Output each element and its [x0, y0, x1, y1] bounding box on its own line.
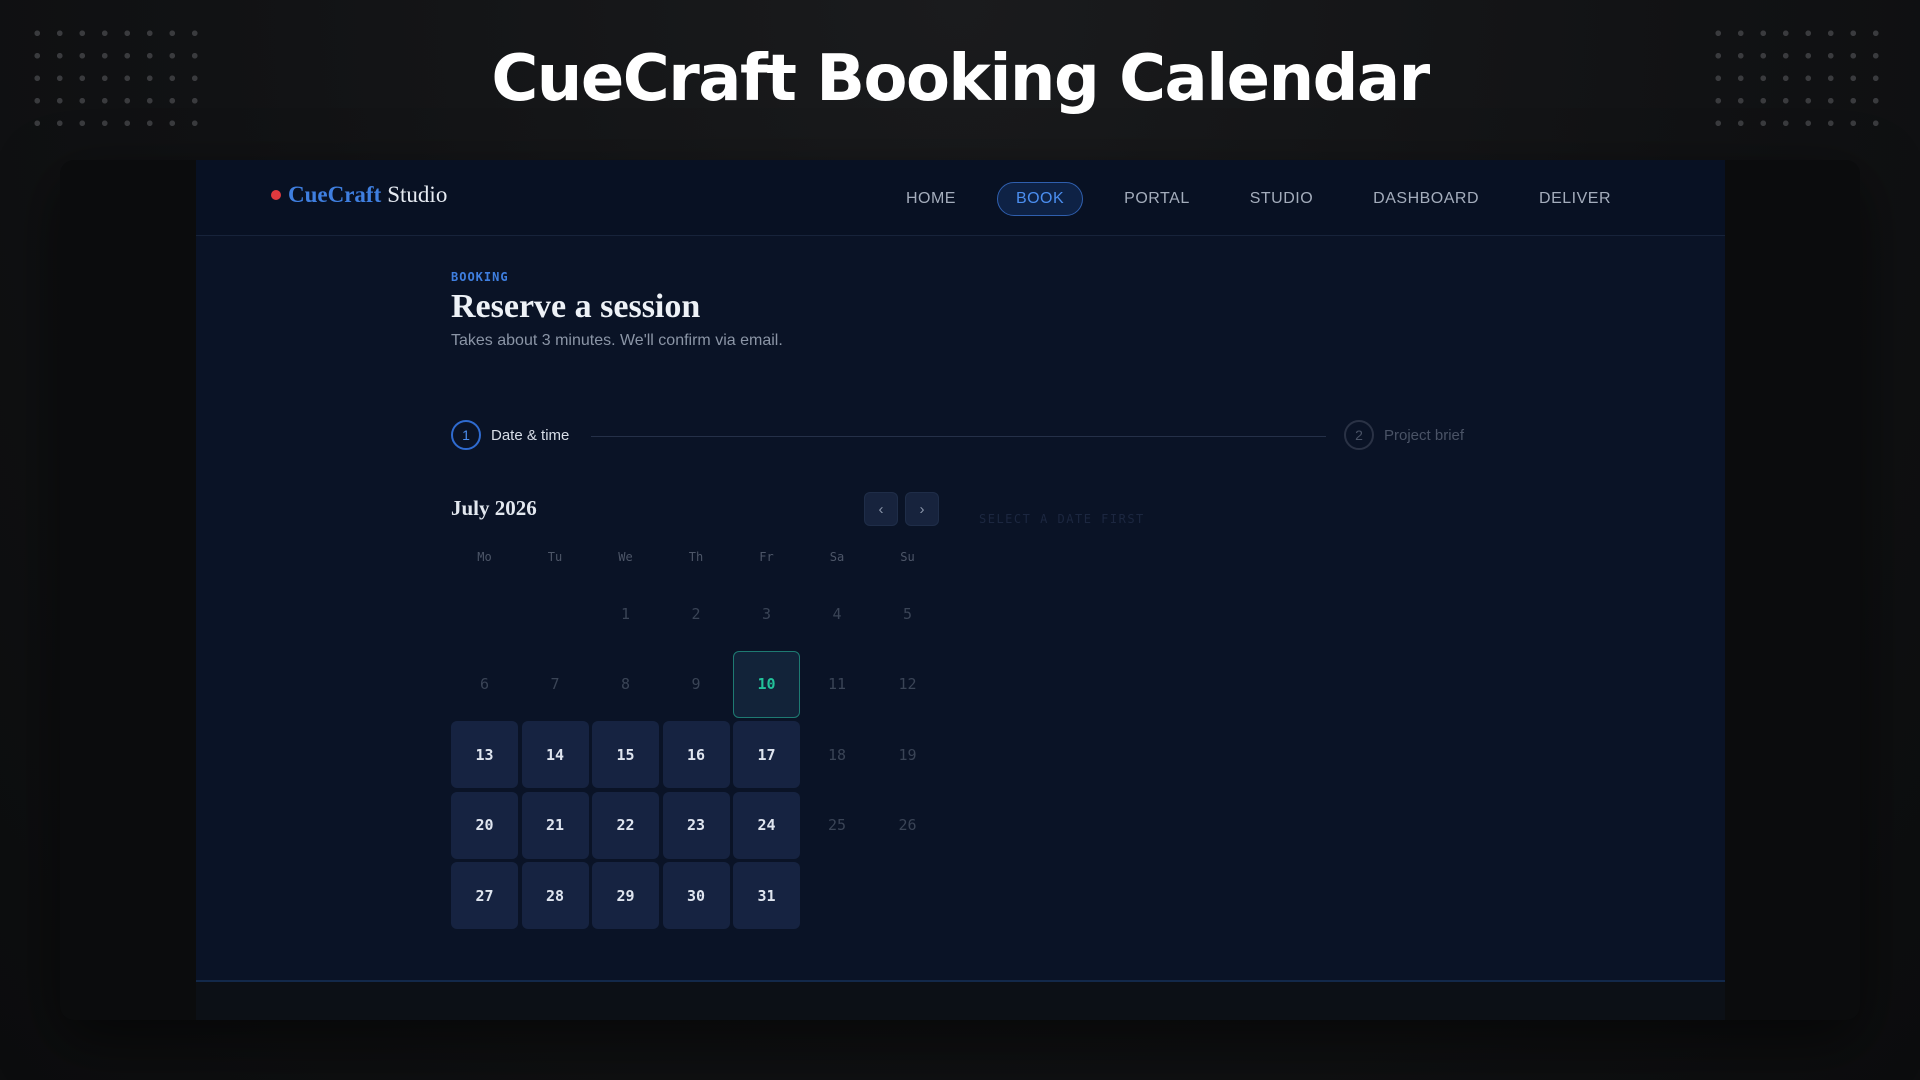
calendar-day-available[interactable]: 21	[521, 791, 589, 859]
step-label-1: Date & time	[491, 426, 570, 444]
nav-home[interactable]: HOME	[887, 182, 975, 216]
calendar-day-unavailable: 9	[691, 675, 701, 693]
calendar-day-unavailable: 12	[898, 675, 917, 693]
page-title: Reserve a session	[451, 288, 701, 325]
step-number-1: 1	[451, 420, 481, 450]
calendar-nav: ‹ ›	[864, 492, 946, 526]
calendar-day-unavailable: 7	[550, 675, 560, 693]
weekday-label: We	[618, 550, 633, 564]
calendar-day-available[interactable]: 15	[592, 721, 659, 788]
weekday-label: Fr	[759, 550, 774, 564]
page-subtitle: Takes about 3 minutes. We'll confirm via…	[451, 332, 783, 349]
calendar-day-grid: 1 2 3 4 5 6 7 8 9 10 11 12 13 14 15 16 17 18 19 20 21 22 23 24 2…	[451, 580, 941, 929]
weekday-label: Su	[900, 550, 915, 564]
calendar-day-unavailable: 18	[827, 745, 847, 764]
calendar-day-available[interactable]: 20	[451, 791, 518, 859]
brand-name-rest: Studio	[387, 182, 448, 207]
calendar-day-unavailable: 26	[898, 816, 917, 834]
calendar-day-available[interactable]: 24	[733, 791, 800, 859]
step-date-time[interactable]: 1 Date & time	[451, 420, 569, 450]
step-label-2: Project brief	[1384, 426, 1465, 444]
calendar-day-unavailable: 25	[827, 816, 847, 834]
weekday-label: Sa	[829, 550, 845, 564]
nav-links: HOME BOOK PORTAL STUDIO DASHBOARD DELIVE…	[865, 182, 1630, 216]
calendar-day-unavailable: 6	[479, 675, 490, 693]
brand-name-accent: CueCraft	[288, 182, 382, 207]
browser-frame: CueCraft Studio HOME BOOK PORTAL STUDIO …	[60, 160, 1860, 1020]
calendar-day-available[interactable]: 28	[521, 862, 589, 929]
weekday-label: Mo	[477, 550, 492, 564]
nav-deliver[interactable]: DELIVER	[1520, 182, 1630, 216]
app-footer-strip	[196, 980, 1725, 1020]
calendar-day-available[interactable]: 17	[733, 721, 800, 788]
nav-portal[interactable]: PORTAL	[1105, 182, 1209, 216]
time-slots-placeholder: SELECT A DATE FIRST	[979, 512, 1145, 526]
calendar-day-unavailable: 1	[620, 604, 631, 623]
weekday-label: Tu	[547, 550, 563, 564]
calendar-day-unavailable: 5	[902, 604, 913, 623]
calendar-day-unavailable: 3	[761, 604, 772, 623]
calendar-day-available[interactable]: 13	[451, 721, 518, 788]
calendar-day-available[interactable]: 22	[592, 791, 659, 859]
calendar-day-unavailable: 8	[620, 675, 631, 693]
nav-studio[interactable]: STUDIO	[1231, 182, 1332, 216]
next-month-button[interactable]: ›	[905, 492, 939, 526]
section-eyebrow: BOOKING	[451, 270, 509, 284]
weekday-label: Th	[688, 550, 704, 564]
booking-stepper: 1 Date & time 2 Project brief	[451, 420, 1471, 454]
calendar-day-available[interactable]: 27	[451, 862, 518, 929]
brand-dot-icon	[271, 190, 281, 200]
calendar-day-unavailable: 19	[898, 745, 917, 764]
booking-header: BOOKING Reserve a session Takes about 3 …	[451, 270, 783, 350]
calendar-day-available[interactable]: 30	[662, 862, 730, 929]
nav-dashboard[interactable]: DASHBOARD	[1354, 182, 1498, 216]
step-number-2: 2	[1344, 420, 1374, 450]
calendar-day-today: 10	[733, 650, 800, 718]
page-headline: CueCraft Booking Calendar	[491, 42, 1430, 116]
calendar-header: July 2026 ‹ ›	[451, 492, 941, 532]
calendar-day-available[interactable]: 14	[521, 721, 589, 788]
calendar-month-label: July 2026	[451, 496, 537, 520]
brand-logo[interactable]: CueCraft Studio	[271, 182, 447, 208]
prev-month-button[interactable]: ‹	[864, 492, 898, 526]
weekday-header-row: Mo Tu We Th Fr Sa Su	[451, 550, 941, 564]
app-window: CueCraft Studio HOME BOOK PORTAL STUDIO …	[196, 160, 1725, 980]
calendar-day-unavailable: 2	[691, 604, 701, 623]
nav-book[interactable]: BOOK	[996, 182, 1084, 216]
calendar-day-available[interactable]: 16	[662, 721, 730, 788]
calendar-day-available[interactable]: 23	[662, 791, 730, 859]
calendar-day-unavailable: 4	[832, 604, 842, 623]
step-connector	[591, 436, 1326, 437]
calendar-day-available[interactable]: 29	[592, 862, 659, 929]
calendar-day-available[interactable]: 31	[733, 862, 800, 929]
top-navbar: CueCraft Studio HOME BOOK PORTAL STUDIO …	[196, 160, 1725, 236]
calendar-day-unavailable: 11	[827, 675, 847, 693]
step-project-brief[interactable]: 2 Project brief	[1344, 420, 1464, 450]
